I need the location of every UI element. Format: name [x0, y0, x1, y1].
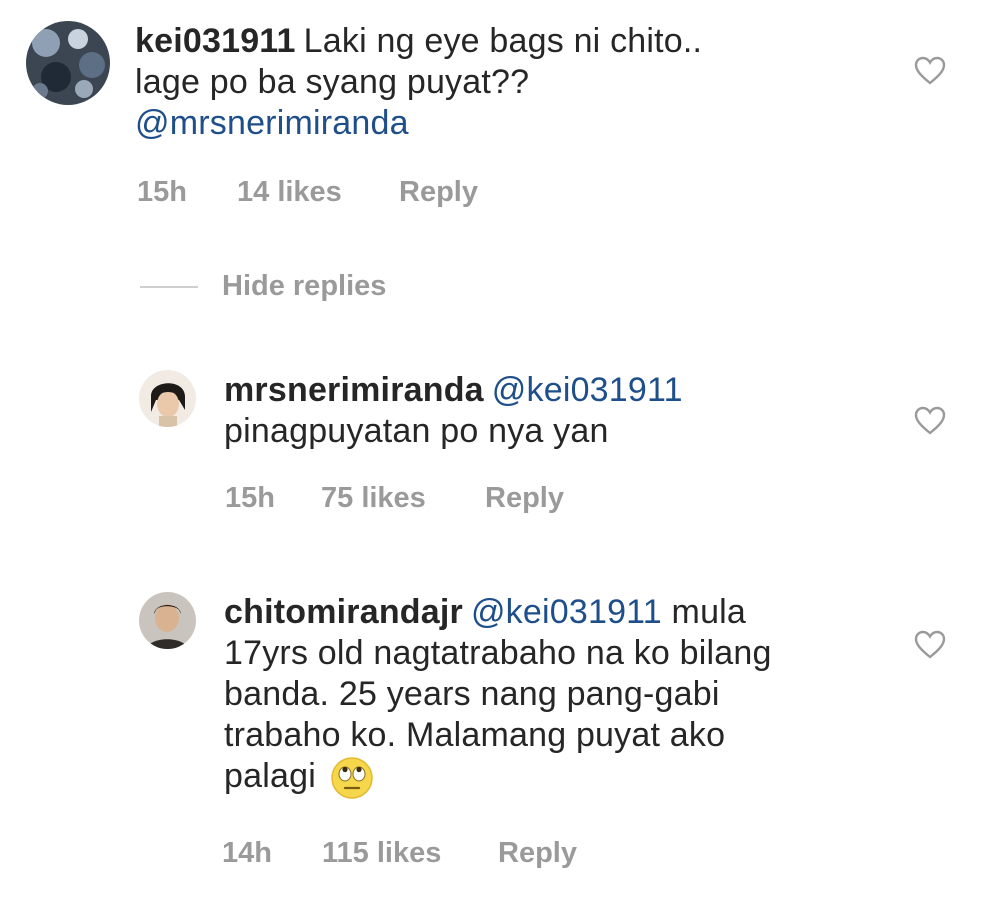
divider — [140, 285, 198, 288]
comment-text-line: pinagpuyatan po nya yan — [224, 412, 609, 450]
likes-count[interactable]: 75 likes — [321, 482, 485, 515]
mention-link[interactable]: @mrsnerimiranda — [135, 104, 409, 142]
comment-body: mrsnerimiranda @kei031911 pinagpuyatan po… — [224, 370, 683, 452]
heart-icon[interactable] — [914, 406, 946, 436]
comment-meta: 14h 115 likes Reply — [222, 837, 577, 870]
reply-button[interactable]: Reply — [399, 176, 478, 209]
reply-button[interactable]: Reply — [485, 482, 564, 515]
mention-link[interactable]: @kei031911 — [471, 593, 662, 631]
avatar[interactable] — [26, 21, 110, 105]
avatar-photo-icon — [139, 592, 196, 649]
comment-text-line: banda. 25 years nang pang-gabi — [224, 675, 720, 713]
hide-replies[interactable]: Hide replies — [140, 270, 386, 303]
comment-username[interactable]: kei031911 — [135, 22, 296, 60]
likes-count[interactable]: 115 likes — [322, 837, 498, 870]
comment-username[interactable]: chitomirandajr — [224, 593, 463, 631]
comment-meta: 15h 14 likes Reply — [137, 176, 478, 209]
avatar[interactable] — [139, 592, 196, 649]
comment-text-line: palagi — [224, 757, 316, 795]
comment-text-line: 17yrs old nagtatrabaho na ko bilang — [224, 634, 772, 672]
comment-text-line: lage po ba syang puyat?? — [135, 63, 530, 101]
comment-text-line: trabaho ko. Malamang puyat ako — [224, 716, 726, 754]
avatar[interactable] — [139, 370, 196, 427]
heart-icon[interactable] — [914, 56, 946, 86]
timestamp: 15h — [225, 482, 275, 514]
heart-icon[interactable] — [914, 630, 946, 660]
comment-body: kei031911 Laki ng eye bags ni chito.. lag… — [135, 21, 702, 144]
comment-body: chitomirandajr @kei031911 mula 17yrs old … — [224, 592, 772, 800]
mention-link[interactable]: @kei031911 — [492, 371, 683, 409]
timestamp: 14h — [222, 837, 272, 869]
reply-button[interactable]: Reply — [498, 837, 577, 870]
comment-text-line: mula — [671, 593, 747, 631]
comment-username[interactable]: mrsnerimiranda — [224, 371, 484, 409]
comment-text-line: Laki ng eye bags ni chito.. — [303, 22, 703, 60]
rolling-eyes-emoji-icon — [330, 757, 373, 799]
likes-count[interactable]: 14 likes — [237, 176, 399, 209]
avatar-photo-icon — [139, 370, 196, 427]
timestamp: 15h — [137, 176, 187, 208]
hide-replies-button[interactable]: Hide replies — [222, 270, 386, 303]
avatar-photo-icon — [26, 21, 110, 105]
comment-meta: 15h 75 likes Reply — [225, 482, 564, 515]
